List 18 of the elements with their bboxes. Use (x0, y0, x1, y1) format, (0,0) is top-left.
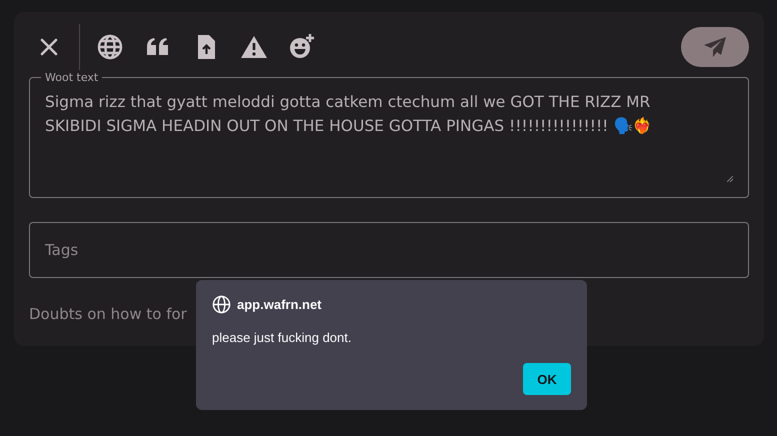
globe-icon (97, 34, 123, 60)
resize-handle-icon[interactable] (727, 176, 733, 182)
woot-text-field[interactable]: Woot text Sigma rizz that gyatt meloddi gotta catkem ctechum all we GOT THE RIZZ MR SKIBIDI SIGMA HEADIN OUT ON THE HOUSE GOTTA PINGAS !!!!!!!!!!!!!!!! 🗣❤‍🔥 (29, 71, 749, 198)
dialog-message: please just fucking dont. (212, 330, 352, 345)
field-label: Woot text (44, 71, 100, 84)
quote-icon (146, 37, 170, 57)
file-upload-icon (196, 34, 216, 60)
woot-text: Sigma rizz that gyatt meloddi gotta catkem ctechum all we GOT THE RIZZ MR SKIBIDI SIGMA HEADIN OUT ON THE HOUSE GOTTA PINGAS !!!!!!!!!!!!!!!! 🗣❤‍🔥 (45, 92, 652, 137)
ok-button[interactable]: OK (523, 363, 571, 395)
dialog-origin: app.wafrn.net (237, 297, 322, 312)
send-button[interactable] (681, 27, 749, 67)
help-text: Doubts on how to for (29, 305, 187, 323)
send-icon (703, 36, 727, 58)
tags-field[interactable]: Tags (29, 222, 749, 278)
globe-icon (212, 295, 231, 314)
close-icon (39, 37, 59, 57)
warning-icon (240, 35, 268, 59)
emoji-add-icon (288, 33, 316, 61)
